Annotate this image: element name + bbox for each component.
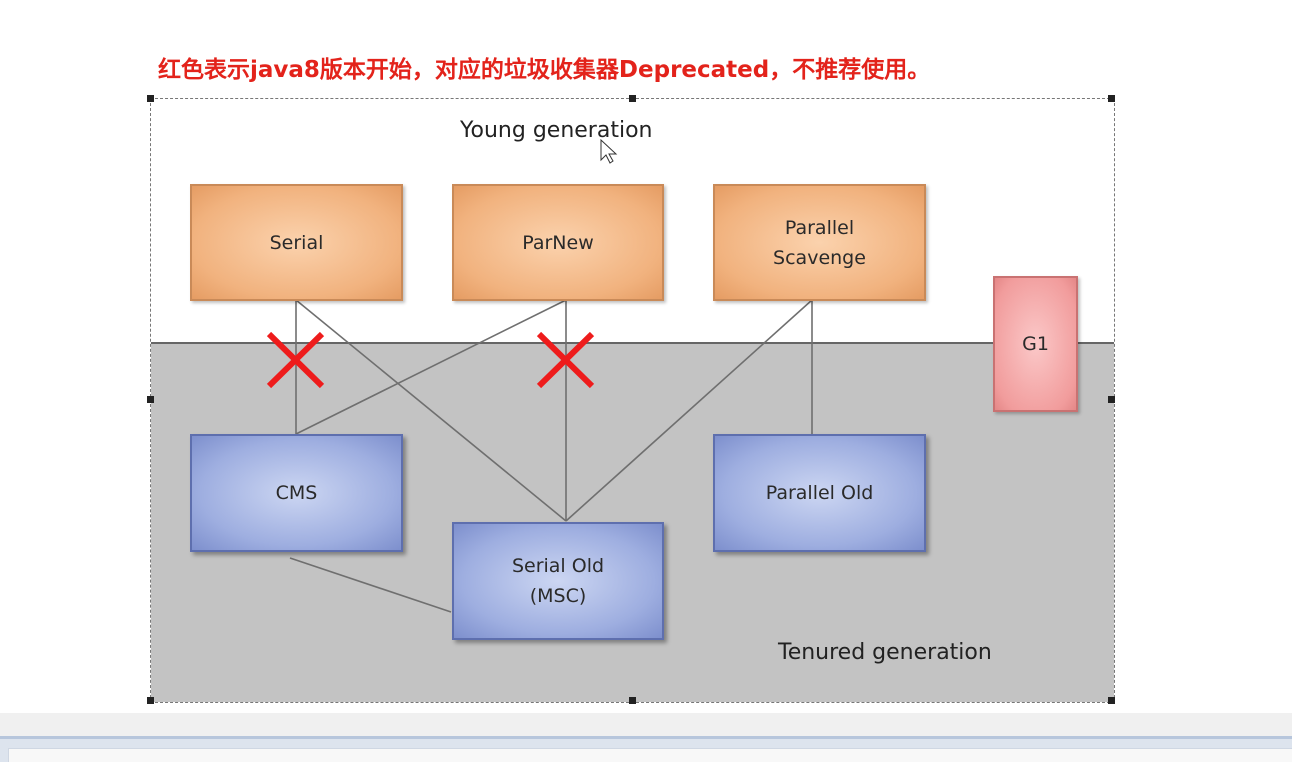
g1-collector: G1 [993, 276, 1078, 412]
line-parnew-cms [295, 299, 567, 435]
connection-lines [266, 299, 813, 613]
line-cms-serial-old [289, 557, 452, 613]
cms-collector: CMS [190, 434, 403, 552]
parallel-old-collector: Parallel Old [713, 434, 926, 552]
parnew-collector: ParNew [452, 184, 664, 301]
parallel-scavenge-collector: Parallel Scavenge [713, 184, 926, 301]
serial-collector: Serial [190, 184, 403, 301]
serial-old-collector: Serial Old (MSC) [452, 522, 664, 640]
bottom-panel-content [8, 748, 1292, 762]
